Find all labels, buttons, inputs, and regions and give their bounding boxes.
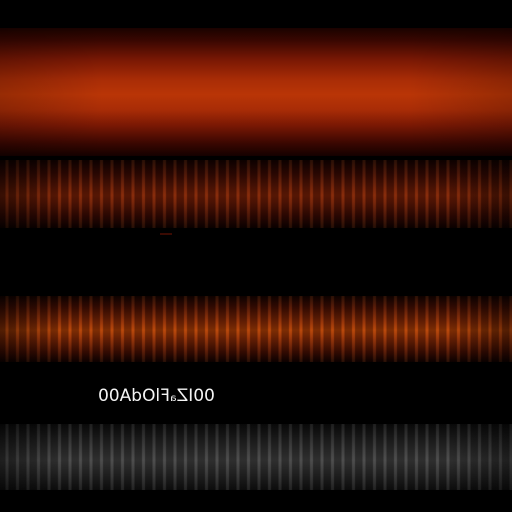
- orange-fringe-band: [0, 296, 512, 362]
- band-edge-fade: [0, 424, 512, 490]
- band-edge-shade: [0, 28, 512, 156]
- mirrored-caption-text: 00IZₐFlOdA00: [98, 386, 215, 406]
- grey-fringe-band: [0, 424, 512, 490]
- orange-glow-band: [0, 28, 512, 156]
- red-fringe-band: [0, 160, 512, 228]
- band-edge-fade: [0, 160, 512, 228]
- dark-speck: [160, 233, 172, 235]
- band-edge-fade: [0, 296, 512, 362]
